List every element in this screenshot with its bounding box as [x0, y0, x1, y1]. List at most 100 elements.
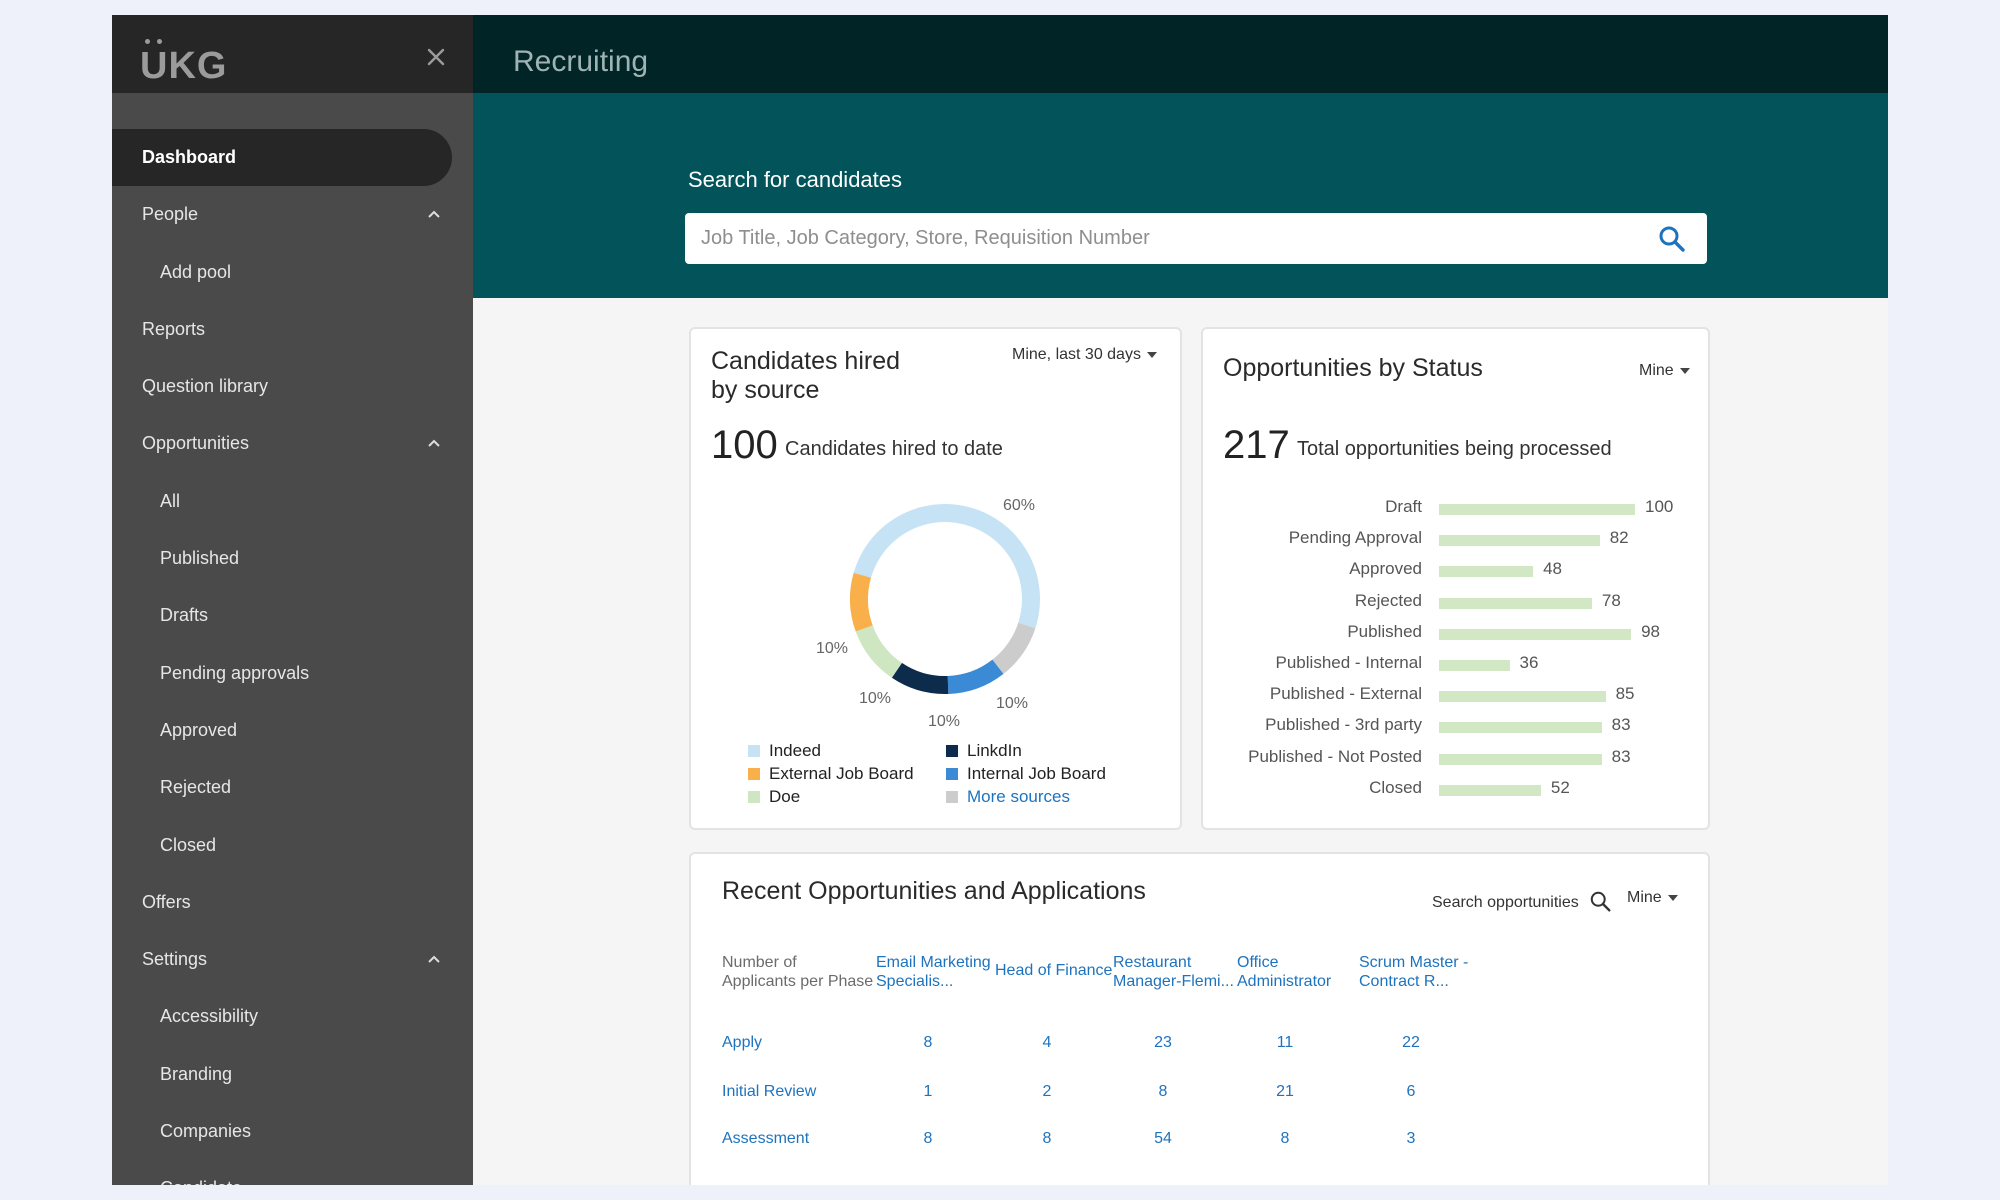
column-header[interactable]: Scrum Master - Contract R...	[1359, 953, 1468, 991]
column-header[interactable]: Email Marketing Specialis...	[876, 953, 991, 991]
table-cell[interactable]: 3	[1381, 1130, 1441, 1148]
ukg-logo: UKG	[140, 39, 227, 88]
table-cell[interactable]: 8	[898, 1130, 958, 1148]
sidebar-item-label: Pending approvals	[160, 662, 310, 683]
legend-indeed: Indeed	[748, 741, 821, 761]
sidebar-item-candidate[interactable]: Candidate...	[112, 1160, 473, 1185]
table-cell[interactable]: 54	[1133, 1130, 1193, 1148]
bar-row: Draft 100	[1203, 497, 1712, 521]
sidebar-item-all[interactable]: All	[112, 473, 473, 530]
pct-label-linkedin: 10%	[928, 713, 961, 730]
close-sidebar-button[interactable]	[422, 43, 450, 71]
search-label: Search for candidates	[688, 167, 903, 192]
sidebar-item-branding[interactable]: Branding	[112, 1046, 473, 1103]
bar-category-label: Draft	[1385, 497, 1422, 516]
status-filter-dropdown[interactable]: Mine	[1639, 362, 1690, 380]
pct-label-indeed: 60%	[1003, 497, 1036, 514]
sidebar-item-label: Closed	[160, 834, 217, 855]
phase-link[interactable]: Assessment	[722, 1130, 809, 1148]
sidebar-item-published[interactable]: Published	[112, 530, 473, 587]
legend-more-sources[interactable]: More sources	[946, 787, 1070, 807]
sidebar-item-drafts[interactable]: Drafts	[112, 587, 473, 644]
sidebar-item-label: Branding	[160, 1063, 233, 1084]
column-header[interactable]: Restaurant Manager-Flemi...	[1113, 953, 1234, 991]
table-cell[interactable]: 8	[1133, 1083, 1193, 1101]
donut-slice-external-job-board	[850, 572, 873, 632]
bar-value-label: 78	[1601, 590, 1621, 610]
column-header-line2: Contract R...	[1359, 973, 1449, 990]
app-window: UKG Dashboard People Add pool Reports Questi…	[112, 15, 1888, 1185]
sidebar-item-label: Offers	[142, 891, 191, 912]
bar-category-label: Pending Approval	[1288, 528, 1422, 548]
sidebar-item-accessibility[interactable]: Accessibility	[112, 988, 473, 1045]
column-header-line2: Administrator	[1237, 973, 1332, 990]
sidebar-item-reports[interactable]: Reports	[112, 301, 473, 358]
chevron-up-icon[interactable]	[427, 415, 441, 472]
pct-label-internal: 10%	[996, 695, 1029, 712]
table-cell[interactable]: 21	[1255, 1083, 1315, 1101]
column-header-line2: Manager-Flemi...	[1113, 973, 1234, 990]
search-opportunities-button[interactable]: Search opportunities	[1432, 890, 1613, 914]
sidebar-item-add-pool[interactable]: Add pool	[112, 244, 473, 301]
legend-label: Indeed	[769, 741, 821, 760]
recent-filter-dropdown[interactable]: Mine	[1627, 889, 1678, 907]
sidebar-item-offers[interactable]: Offers	[112, 874, 473, 931]
bar-row: Closed 52	[1203, 778, 1712, 802]
table-cell[interactable]: 4	[1017, 1034, 1077, 1052]
chevron-up-icon[interactable]	[427, 931, 441, 988]
table-cell[interactable]: 11	[1255, 1034, 1315, 1052]
caret-down-icon	[1667, 894, 1678, 901]
sidebar-item-rejected[interactable]: Rejected	[112, 759, 473, 816]
donut-slice-internal-job-board	[947, 659, 1004, 694]
sidebar-item-pending-approvals[interactable]: Pending approvals	[112, 645, 473, 702]
legend-label: External Job Board	[769, 764, 914, 783]
table-cell[interactable]: 23	[1133, 1034, 1193, 1052]
table-cell[interactable]: 6	[1381, 1083, 1441, 1101]
sidebar-item-companies[interactable]: Companies	[112, 1103, 473, 1160]
legend-linkedin: LinkdIn	[946, 741, 1022, 761]
table-cell[interactable]: 8	[898, 1034, 958, 1052]
sidebar-item-settings[interactable]: Settings	[112, 931, 473, 988]
phase-link[interactable]: Apply	[722, 1034, 762, 1052]
legend-swatch	[748, 745, 760, 757]
phase-link[interactable]: Initial Review	[722, 1083, 816, 1101]
table-cell[interactable]: 22	[1381, 1034, 1441, 1052]
top-bar: Recruiting	[473, 15, 1888, 93]
sidebar-item-label: Dashboard	[142, 147, 237, 167]
hired-total-caption: Candidates hired to date	[785, 438, 1003, 460]
sidebar-item-question-library[interactable]: Question library	[112, 358, 473, 415]
legend-swatch	[946, 768, 958, 780]
search-input[interactable]	[685, 213, 1645, 264]
legend-doe: Doe	[748, 787, 800, 807]
hired-total: 100	[711, 423, 778, 467]
legend-external: External Job Board	[748, 764, 914, 784]
chevron-up-icon[interactable]	[427, 186, 441, 243]
sidebar-item-closed[interactable]: Closed	[112, 817, 473, 874]
sidebar: UKG Dashboard People Add pool Reports Questi…	[112, 15, 473, 1185]
table-cell[interactable]: 8	[1017, 1130, 1077, 1148]
bar	[1439, 722, 1602, 734]
legend-label: Doe	[769, 787, 801, 806]
search-icon	[1590, 891, 1611, 912]
table-cell[interactable]: 2	[1017, 1083, 1077, 1101]
search-button[interactable]	[1657, 224, 1687, 254]
sidebar-item-label: Reports	[142, 318, 206, 339]
table-cell[interactable]: 8	[1255, 1130, 1315, 1148]
column-header[interactable]: Head of Finance	[995, 961, 1112, 980]
bar-value-label: 83	[1611, 746, 1631, 766]
hired-filter-dropdown[interactable]: Mine, last 30 days	[1012, 346, 1157, 364]
sidebar-item-opportunities[interactable]: Opportunities	[112, 415, 473, 472]
table-cell[interactable]: 1	[898, 1083, 958, 1101]
card-title: Recent Opportunities and Applications	[722, 877, 1146, 905]
recent-opportunities-card: Recent Opportunities and Applications Se…	[689, 852, 1710, 1185]
bar	[1439, 691, 1606, 703]
donut-slice-linkdin	[891, 662, 949, 694]
more-sources-link[interactable]: More sources	[967, 787, 1070, 806]
sidebar-item-people[interactable]: People	[112, 186, 473, 243]
sidebar-item-dashboard[interactable]: Dashboard	[112, 129, 452, 187]
row-header-line1: Number of	[722, 954, 797, 971]
column-header[interactable]: Office Administrator	[1237, 953, 1331, 991]
row-header-line2: Applicants per Phase	[722, 973, 874, 990]
sidebar-item-approved[interactable]: Approved	[112, 702, 473, 759]
bar	[1439, 504, 1635, 515]
